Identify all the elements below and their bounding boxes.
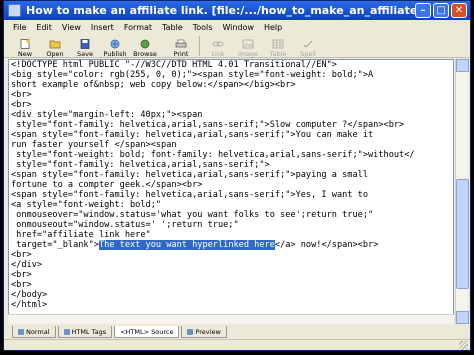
new-label: New <box>17 50 33 58</box>
image-icon <box>242 39 254 49</box>
tab-source[interactable]: <HTML> Source <box>114 326 180 338</box>
code-line[interactable]: style="font-family: helvetica,arial,sans… <box>9 120 453 130</box>
horizontal-scrollbar[interactable] <box>8 314 454 324</box>
selected-text[interactable]: The text you want hyperlinked here <box>98 240 275 250</box>
tab-source-label: <HTML> Source <box>120 327 174 336</box>
composition-toolbar: New Open Save Publish Browse Print Link <box>4 35 470 58</box>
link-button[interactable]: Link <box>203 35 233 58</box>
tab-normal-label: Normal <box>26 327 50 336</box>
code-line[interactable]: onmouseover="window.status='what you wan… <box>9 210 453 220</box>
window-title: How to make an affiliate link. [file:/..… <box>26 4 426 17</box>
code-line[interactable]: <span style="font-family: helvetica,aria… <box>9 170 453 180</box>
tab-preview-label: Preview <box>195 327 221 336</box>
open-folder-icon <box>49 40 61 49</box>
table-label: Table <box>269 50 287 58</box>
tab-html-tags[interactable]: HTML Tags <box>57 326 113 338</box>
html-tags-icon <box>63 328 70 335</box>
code-line[interactable]: <br> <box>9 250 453 260</box>
image-button[interactable]: Image <box>233 35 263 58</box>
window-controls: – □ ✕ <box>415 3 467 18</box>
code-line[interactable]: <!DOCTYPE html PUBLIC "-//W3C//DTD HTML … <box>9 60 453 70</box>
scroll-down-arrow[interactable] <box>456 311 469 324</box>
code-line[interactable]: short example of&nbsp; web copy below:</… <box>9 80 453 90</box>
menu-file[interactable]: File <box>8 23 31 32</box>
browse-icon <box>140 39 150 49</box>
menu-window[interactable]: Window <box>217 23 259 32</box>
browse-button[interactable]: Browse <box>130 35 160 58</box>
code-text: target="_blank"> <box>11 240 99 250</box>
toolbar-separator <box>199 36 200 56</box>
code-line[interactable]: style="font-family: helvetica,arial,sans… <box>9 160 453 170</box>
publish-label: Publish <box>103 50 127 58</box>
scroll-thumb[interactable] <box>456 179 469 289</box>
spell-button[interactable]: Spell <box>293 35 323 58</box>
code-line[interactable]: <span style="font-family: helvetica,aria… <box>9 190 453 200</box>
code-line[interactable]: run faster yourself </span><span <box>9 140 453 150</box>
save-disk-icon <box>80 39 90 49</box>
open-button[interactable]: Open <box>40 35 70 58</box>
link-label: Link <box>211 50 225 58</box>
composer-app-icon <box>8 4 21 17</box>
code-line[interactable]: <a style="font-weight: bold;" <box>9 200 453 210</box>
menu-help[interactable]: Help <box>259 23 287 32</box>
spellcheck-icon <box>303 40 313 48</box>
print-button[interactable]: Print <box>166 35 196 58</box>
save-label: Save <box>77 50 93 58</box>
code-line[interactable]: href="affiliate link here" <box>9 230 453 240</box>
menu-format[interactable]: Format <box>119 23 157 32</box>
menu-view[interactable]: View <box>57 23 86 32</box>
code-line[interactable]: </body> <box>9 290 453 300</box>
code-line[interactable]: fortune to a compter geek.</span><br> <box>9 180 453 190</box>
minimize-button[interactable]: – <box>415 3 431 18</box>
publish-icon <box>110 39 120 49</box>
new-button[interactable]: New <box>10 35 40 58</box>
vertical-scrollbar[interactable] <box>455 59 469 324</box>
save-button[interactable]: Save <box>70 35 100 58</box>
source-editor[interactable]: <!DOCTYPE html PUBLIC "-//W3C//DTD HTML … <box>8 59 454 324</box>
menu-tools[interactable]: Tools <box>188 23 218 32</box>
normal-mode-icon <box>18 328 24 335</box>
code-line[interactable]: style="font-weight: bold; font-family: h… <box>9 150 453 160</box>
tab-preview[interactable]: Preview <box>181 326 227 338</box>
tab-normal[interactable]: Normal <box>12 326 56 338</box>
tab-html-tags-label: HTML Tags <box>71 327 107 336</box>
link-icon <box>212 41 224 47</box>
new-document-icon <box>20 39 30 49</box>
printer-icon <box>175 39 187 48</box>
code-line[interactable]: <br> <box>9 280 453 290</box>
maximize-button[interactable]: □ <box>433 3 449 18</box>
edit-mode-tabs: Normal HTML Tags <HTML> Source Preview <box>4 324 470 338</box>
composer-window: How to make an affiliate link. [file:/..… <box>3 0 471 351</box>
preview-icon <box>187 328 194 335</box>
menu-table[interactable]: Table <box>157 23 188 32</box>
code-text: </a> now!</span><br> <box>274 240 379 250</box>
resize-grip[interactable] <box>459 341 468 350</box>
code-line[interactable]: <br> <box>9 90 453 100</box>
menu-insert[interactable]: Insert <box>86 23 119 32</box>
spell-label: Spell <box>300 50 316 58</box>
code-line[interactable]: <br> <box>9 100 453 110</box>
code-line[interactable]: onmouseout="window.status=' ';return tru… <box>9 220 453 230</box>
menu-edit[interactable]: Edit <box>31 23 57 32</box>
table-button[interactable]: Table <box>263 35 293 58</box>
code-line[interactable]: <big style="color: rgb(255, 0, 0);"><spa… <box>9 70 453 80</box>
publish-button[interactable]: Publish <box>100 35 130 58</box>
code-line[interactable]: </div> <box>9 260 453 270</box>
image-label: Image <box>237 50 259 58</box>
status-bar <box>4 339 470 350</box>
table-icon <box>272 39 284 49</box>
code-line[interactable]: <br> <box>9 270 453 280</box>
title-bar: How to make an affiliate link. [file:/..… <box>4 1 470 20</box>
code-line[interactable]: <div style="margin-left: 40px;"><span <box>9 110 453 120</box>
scroll-up-arrow[interactable] <box>456 59 469 72</box>
open-label: Open <box>46 50 64 58</box>
code-line[interactable]: <span style="font-family: helvetica,aria… <box>9 130 453 140</box>
close-button[interactable]: ✕ <box>451 3 467 18</box>
browse-label: Browse <box>133 50 157 58</box>
code-line[interactable]: target="_blank">The text you want hyperl… <box>9 240 453 250</box>
code-line[interactable]: </html> <box>9 300 453 310</box>
menu-bar: File Edit View Insert Format Table Tools… <box>4 20 470 35</box>
print-label: Print <box>173 50 189 58</box>
